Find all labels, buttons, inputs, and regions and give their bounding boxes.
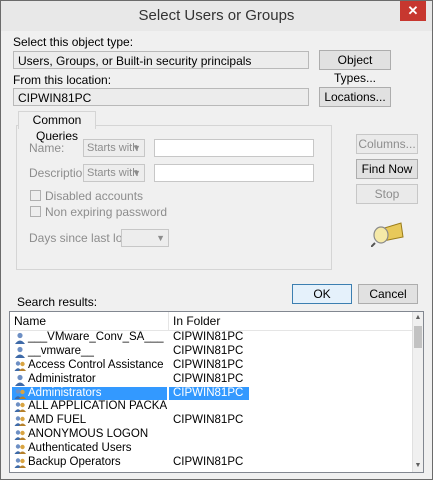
group-icon bbox=[14, 361, 26, 371]
object-types-button[interactable]: Object Types... bbox=[319, 50, 391, 85]
object-type-field: Users, Groups, or Built-in security prin… bbox=[13, 51, 309, 69]
row-name-text: Administrators bbox=[28, 386, 102, 399]
object-type-label: Select this object type: bbox=[13, 35, 134, 49]
search-flashlight-icon bbox=[371, 222, 404, 247]
row-name-text: Authenticated Users bbox=[28, 442, 132, 455]
group-icon bbox=[14, 402, 26, 413]
row-name-text: ___VMware_Conv_SA___ bbox=[28, 331, 164, 343]
chevron-down-icon: ▼ bbox=[156, 233, 165, 243]
row-folder: CIPWIN81PC bbox=[173, 372, 244, 385]
search-results-label: Search results: bbox=[17, 295, 98, 309]
location-field: CIPWIN81PC bbox=[13, 88, 309, 106]
stop-button[interactable]: Stop bbox=[356, 184, 418, 204]
table-row[interactable]: ___VMware_Conv_SA___ CIPWIN81PC bbox=[10, 331, 414, 345]
column-header-name[interactable]: Name bbox=[14, 314, 46, 328]
row-folder: CIPWIN81PC bbox=[173, 344, 244, 357]
table-row[interactable]: AMD FUEL CIPWIN81PC bbox=[10, 414, 414, 428]
non-expiring-checkbox[interactable] bbox=[30, 206, 41, 217]
title-bar: Select Users or Groups ✕ bbox=[1, 1, 432, 31]
row-name: ___VMware_Conv_SA___ bbox=[12, 331, 167, 345]
row-name-text: __vmware__ bbox=[28, 344, 94, 357]
row-name: Backup Operators bbox=[12, 456, 167, 470]
table-row[interactable]: __vmware__ CIPWIN81PC bbox=[10, 345, 414, 359]
results-rows: ___VMware_Conv_SA___ CIPWIN81PC __vmware__… bbox=[10, 331, 414, 470]
row-name: Access Control Assistance Operat... bbox=[12, 359, 167, 373]
description-mode-value: Starts with bbox=[87, 167, 139, 179]
row-name: ALL APPLICATION PACKAGES bbox=[12, 400, 167, 414]
scroll-down-icon[interactable]: ▼ bbox=[413, 460, 423, 472]
row-name-text: ALL APPLICATION PACKAGES bbox=[28, 400, 167, 413]
row-folder: CIPWIN81PC bbox=[173, 331, 244, 343]
row-name-text: Access Control Assistance Operat... bbox=[28, 358, 167, 371]
disabled-accounts-checkbox[interactable] bbox=[30, 190, 41, 201]
table-row[interactable]: Administrators CIPWIN81PC bbox=[10, 386, 414, 401]
search-results-list[interactable]: Name In Folder ___VMware_Conv_SA___ CIPWI… bbox=[9, 311, 424, 473]
group-icon bbox=[14, 430, 26, 441]
non-expiring-label: Non expiring password bbox=[45, 205, 168, 219]
row-name-text: AMD FUEL bbox=[28, 414, 87, 427]
row-name-text: Administrator bbox=[28, 372, 96, 385]
group-icon bbox=[14, 416, 26, 427]
days-since-logon-select[interactable]: ▼ bbox=[121, 229, 169, 247]
results-header: Name In Folder bbox=[10, 312, 414, 331]
group-icon bbox=[14, 388, 26, 399]
description-mode-select[interactable]: Starts with ▼ bbox=[83, 164, 145, 182]
table-row[interactable]: Access Control Assistance Operat... CIPWI… bbox=[10, 359, 414, 373]
table-row[interactable]: ANONYMOUS LOGON bbox=[10, 428, 414, 442]
find-now-button[interactable]: Find Now bbox=[356, 159, 418, 179]
user-icon bbox=[15, 346, 25, 358]
group-icon bbox=[14, 458, 26, 469]
disabled-accounts-label: Disabled accounts bbox=[45, 189, 144, 203]
row-name: AMD FUEL bbox=[12, 414, 167, 428]
scroll-up-icon[interactable]: ▲ bbox=[413, 312, 423, 324]
description-input[interactable] bbox=[154, 164, 314, 182]
locations-button[interactable]: Locations... bbox=[319, 87, 391, 107]
user-icon bbox=[15, 374, 25, 386]
cancel-button[interactable]: Cancel bbox=[358, 284, 418, 304]
row-folder: CIPWIN81PC bbox=[173, 358, 244, 371]
group-icon bbox=[14, 444, 26, 455]
row-name: Administrator bbox=[12, 373, 167, 387]
name-mode-value: Starts with bbox=[87, 142, 139, 154]
column-divider[interactable] bbox=[168, 312, 169, 330]
columns-button[interactable]: Columns... bbox=[356, 134, 418, 154]
scrollbar-thumb[interactable] bbox=[414, 326, 422, 348]
row-folder: CIPWIN81PC bbox=[169, 386, 249, 401]
row-folder: CIPWIN81PC bbox=[173, 456, 244, 469]
results-scrollbar[interactable]: ▲ ▼ bbox=[412, 312, 423, 472]
column-header-in-folder[interactable]: In Folder bbox=[173, 314, 220, 328]
row-name: __vmware__ bbox=[12, 345, 167, 359]
row-name-text: ANONYMOUS LOGON bbox=[28, 428, 149, 441]
chevron-down-icon: ▼ bbox=[132, 143, 141, 153]
name-input[interactable] bbox=[154, 139, 314, 157]
name-label: Name: bbox=[29, 141, 65, 155]
select-users-dialog: Select Users or Groups ✕ Select this obj… bbox=[0, 0, 433, 480]
row-name-text: Backup Operators bbox=[28, 456, 121, 469]
location-label: From this location: bbox=[13, 73, 112, 87]
table-row[interactable]: Authenticated Users bbox=[10, 442, 414, 456]
chevron-down-icon: ▼ bbox=[132, 168, 141, 178]
table-row[interactable]: Backup Operators CIPWIN81PC bbox=[10, 456, 414, 470]
table-row[interactable]: ALL APPLICATION PACKAGES bbox=[10, 400, 414, 414]
row-name: Authenticated Users bbox=[12, 442, 167, 456]
close-button[interactable]: ✕ bbox=[400, 1, 426, 21]
tab-common-queries[interactable]: Common Queries bbox=[18, 111, 96, 143]
ok-button[interactable]: OK bbox=[292, 284, 352, 304]
user-icon bbox=[15, 332, 25, 344]
table-row[interactable]: Administrator CIPWIN81PC bbox=[10, 373, 414, 387]
row-name: Administrators bbox=[12, 386, 167, 401]
row-folder: CIPWIN81PC bbox=[173, 414, 244, 427]
window-title: Select Users or Groups bbox=[138, 7, 295, 24]
row-name: ANONYMOUS LOGON bbox=[12, 428, 167, 442]
name-mode-select[interactable]: Starts with ▼ bbox=[83, 139, 145, 157]
